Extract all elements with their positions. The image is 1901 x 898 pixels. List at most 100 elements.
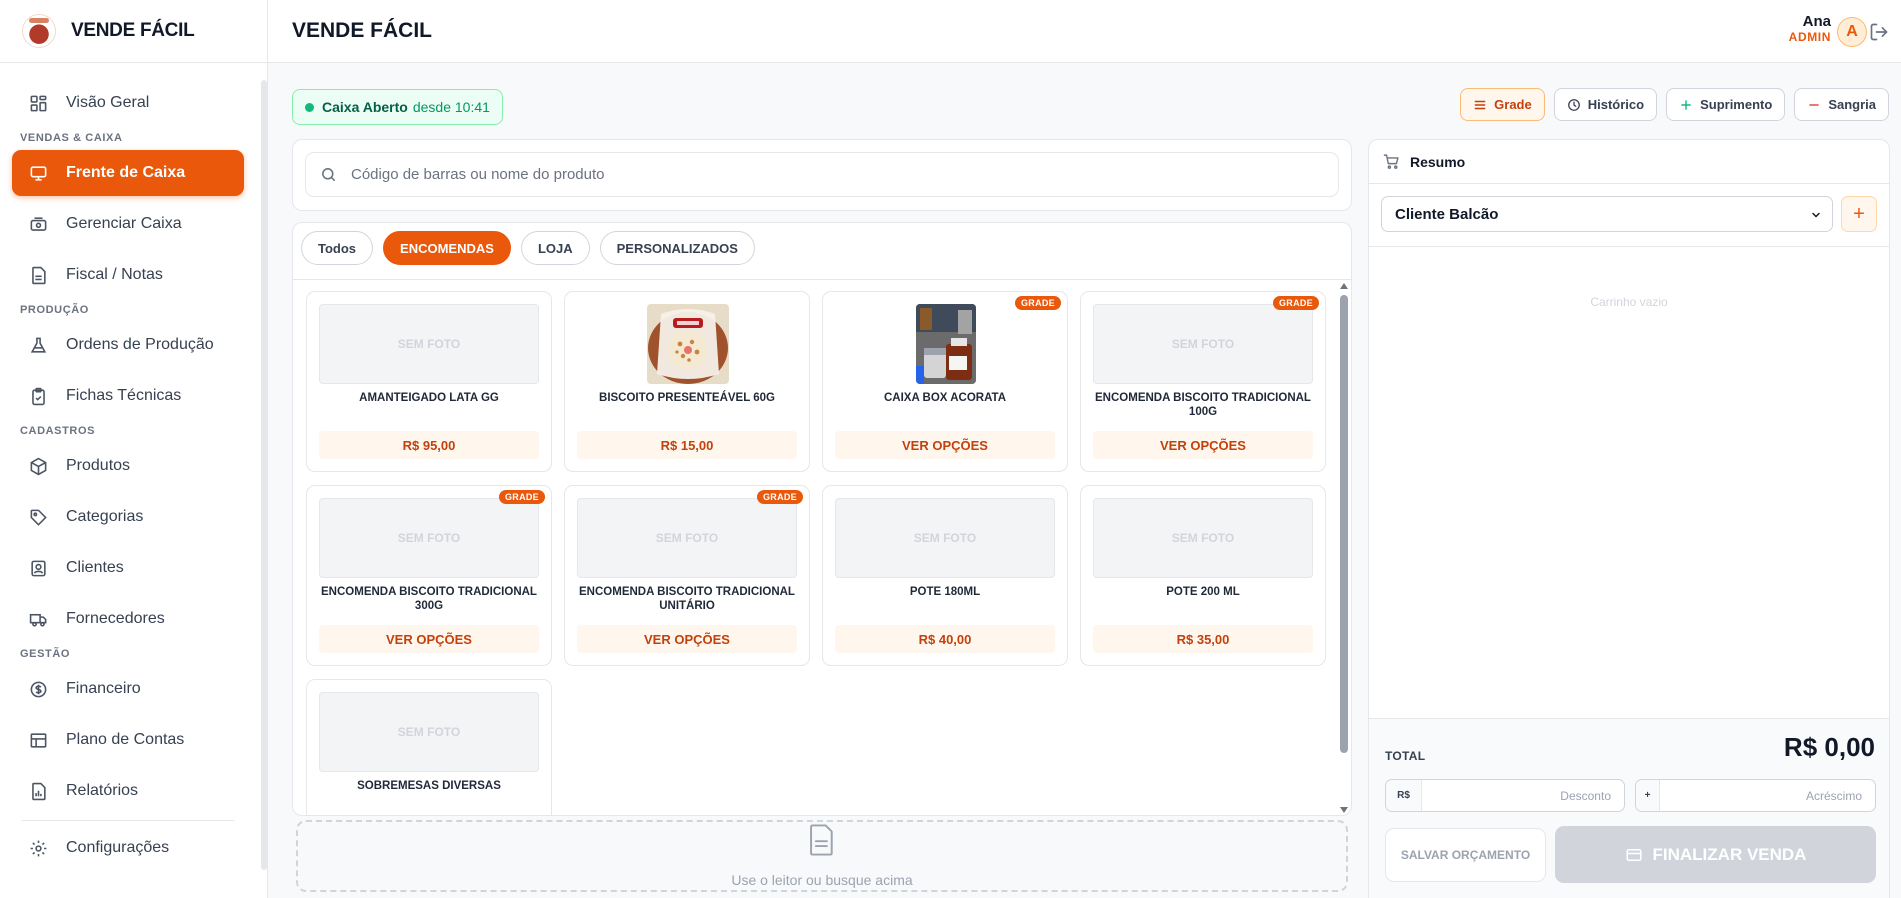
user-name: Ana (1802, 13, 1831, 30)
search-icon (320, 166, 337, 183)
product-photo (916, 304, 976, 384)
sidebar-item-configuracoes[interactable]: Configurações (12, 825, 244, 871)
dollar-circle-icon (28, 679, 48, 699)
sidebar-nav: Visão Geral VENDAS & CAIXA Frente de Caixa… (0, 80, 256, 876)
sidebar-item-fiscal-notas[interactable]: Fiscal / Notas (12, 252, 244, 298)
save-quote-button[interactable]: SALVAR ORÇAMENTO (1385, 828, 1546, 882)
history-button[interactable]: Histórico (1553, 88, 1658, 121)
finish-sale-button[interactable]: FINALIZAR VENDA (1555, 826, 1876, 883)
sidebar-item-gerenciar-caixa[interactable]: Gerenciar Caixa (12, 201, 244, 247)
logout-icon[interactable] (1869, 22, 1889, 47)
sidebar-item-ordens-de-producao[interactable]: Ordens de Produção (12, 322, 244, 368)
monitor-icon (28, 163, 48, 183)
product-search[interactable] (305, 152, 1339, 197)
sidebar-item-visao-geral[interactable]: Visão Geral (12, 80, 244, 126)
cash-status-since: desde 10:41 (412, 99, 490, 115)
product-card[interactable]: SEM FOTO GRADE ENCOMENDA BISCOITO TRADICIO… (564, 485, 810, 666)
product-name: ENCOMENDA BISCOITO TRADICIONAL 100G (1095, 392, 1311, 418)
sidebar-item-relatorios[interactable]: Relatórios (12, 768, 244, 814)
sidebar-item-label: Clientes (66, 559, 124, 576)
cash-status-badge: Caixa Aberto desde 10:41 (292, 89, 503, 125)
product-card[interactable]: BISCOITO PRESENTEÁVEL 60G R$ 15,00 (564, 291, 810, 472)
page-title: VENDE FÁCIL (292, 19, 433, 42)
total-label: TOTAL (1385, 749, 1426, 763)
divider (293, 279, 1351, 280)
sidebar-item-label: Visão Geral (66, 94, 150, 111)
supply-button[interactable]: Suprimento (1666, 88, 1786, 121)
scroll-down-arrow[interactable] (1340, 807, 1348, 813)
sidebar-item-label: Plano de Contas (66, 731, 185, 748)
sidebar-item-clientes[interactable]: Clientes (12, 545, 244, 591)
product-placeholder: SEM FOTO (1093, 498, 1313, 578)
withdrawal-button-label: Sangria (1828, 97, 1876, 112)
report-icon (28, 781, 48, 801)
surcharge-field[interactable]: + Acréscimo (1635, 779, 1876, 812)
product-price: R$ 40,00 (835, 625, 1055, 653)
client-row: Cliente Balcão + (1381, 196, 1877, 232)
sidebar-scrollbar[interactable] (261, 80, 267, 870)
sidebar-item-categorias[interactable]: Categorias (12, 494, 244, 540)
product-placeholder: SEM FOTO (319, 498, 539, 578)
sidebar-item-plano-de-contas[interactable]: Plano de Contas (12, 717, 244, 763)
nav-section-label: CADASTROS (20, 425, 96, 437)
document-icon (28, 265, 48, 285)
product-card[interactable]: SEM FOTO POTE 180ML R$ 40,00 (822, 485, 1068, 666)
sidebar-item-produtos[interactable]: Produtos (12, 443, 244, 489)
search-input[interactable] (351, 166, 1251, 183)
card-icon (1625, 846, 1643, 864)
filter-chip[interactable]: Todos (301, 231, 374, 265)
finish-sale-label: FINALIZAR VENDA (1652, 844, 1807, 864)
sidebar-item-fornecedores[interactable]: Fornecedores (12, 596, 244, 642)
user-role: ADMIN (1788, 30, 1831, 44)
grade-button-label: Grade (1494, 97, 1532, 112)
sidebar-item-label: Categorias (66, 508, 144, 525)
product-card[interactable]: SEM FOTO SOBREMESAS DIVERSAS (306, 679, 552, 815)
pos-actions: Grade Histórico Suprimento Sangria (1460, 88, 1889, 121)
filter-chip[interactable]: ENCOMENDAS (383, 231, 511, 265)
sidebar-item-label: Frente de Caixa (66, 164, 186, 181)
brand[interactable]: VENDE FÁCIL (0, 0, 267, 63)
product-card[interactable]: SEM FOTO AMANTEIGADO LATA GG R$ 95,00 (306, 291, 552, 472)
add-client-button[interactable]: + (1841, 196, 1877, 232)
cash-register-icon (28, 214, 48, 234)
filter-chip[interactable]: LOJA (520, 231, 590, 265)
product-name: POTE 180ML (909, 586, 981, 598)
summary-header: Resumo (1369, 140, 1889, 184)
product-name: ENCOMENDA BISCOITO TRADICIONAL UNITÁRIO (579, 586, 795, 612)
product-scrollbar[interactable] (1339, 283, 1349, 813)
flask-icon (28, 335, 48, 355)
product-card[interactable]: SEM FOTO POTE 200 ML R$ 35,00 (1080, 485, 1326, 666)
sidebar-item-financeiro[interactable]: Financeiro (12, 666, 244, 712)
product-price: R$ 95,00 (319, 431, 539, 459)
sidebar-item-label: Relatórios (66, 782, 139, 799)
product-card[interactable]: SEM FOTO GRADE ENCOMENDA BISCOITO TRADICIO… (1080, 291, 1326, 472)
product-placeholder: SEM FOTO (577, 498, 797, 578)
box-icon (28, 456, 48, 476)
sidebar-item-label: Gerenciar Caixa (66, 215, 182, 232)
brand-name: VENDE FÁCIL (71, 20, 195, 41)
scroll-up-arrow[interactable] (1340, 283, 1348, 289)
cash-status-label: Caixa Aberto (322, 99, 408, 115)
client-select[interactable]: Cliente Balcão (1381, 196, 1833, 232)
chevron-down-icon (1810, 208, 1822, 225)
sidebar-item-label: Fornecedores (66, 610, 165, 627)
product-card[interactable]: GRADE CAIXA BOX ACORATA VER OPÇÕES (822, 291, 1068, 472)
product-placeholder: SEM FOTO (835, 498, 1055, 578)
variant-badge: GRADE (1272, 296, 1319, 310)
product-name: ENCOMENDA BISCOITO TRADICIONAL 300G (321, 586, 537, 612)
sidebar-item-frente-de-caixa[interactable]: Frente de Caixa (12, 150, 244, 196)
grade-button[interactable]: Grade (1460, 88, 1545, 121)
discount-field[interactable]: R$ Desconto (1385, 779, 1625, 812)
product-price: VER OPÇÕES (577, 625, 797, 653)
clock-icon (1567, 98, 1581, 112)
scroll-thumb[interactable] (1340, 295, 1348, 753)
filter-chip[interactable]: PERSONALIZADOS (599, 231, 755, 265)
sidebar-item-fichas-tecnicas[interactable]: Fichas Técnicas (12, 373, 244, 419)
product-card[interactable]: SEM FOTO GRADE ENCOMENDA BISCOITO TRADICIO… (306, 485, 552, 666)
cart-summary: Resumo Cliente Balcão + Carrinho vazio T… (1368, 139, 1890, 898)
avatar[interactable]: A (1837, 17, 1867, 47)
cart-icon (1383, 153, 1400, 170)
product-price: R$ 35,00 (1093, 625, 1313, 653)
nav-section-label: PRODUÇÃO (20, 304, 89, 316)
withdrawal-button[interactable]: Sangria (1794, 88, 1889, 121)
